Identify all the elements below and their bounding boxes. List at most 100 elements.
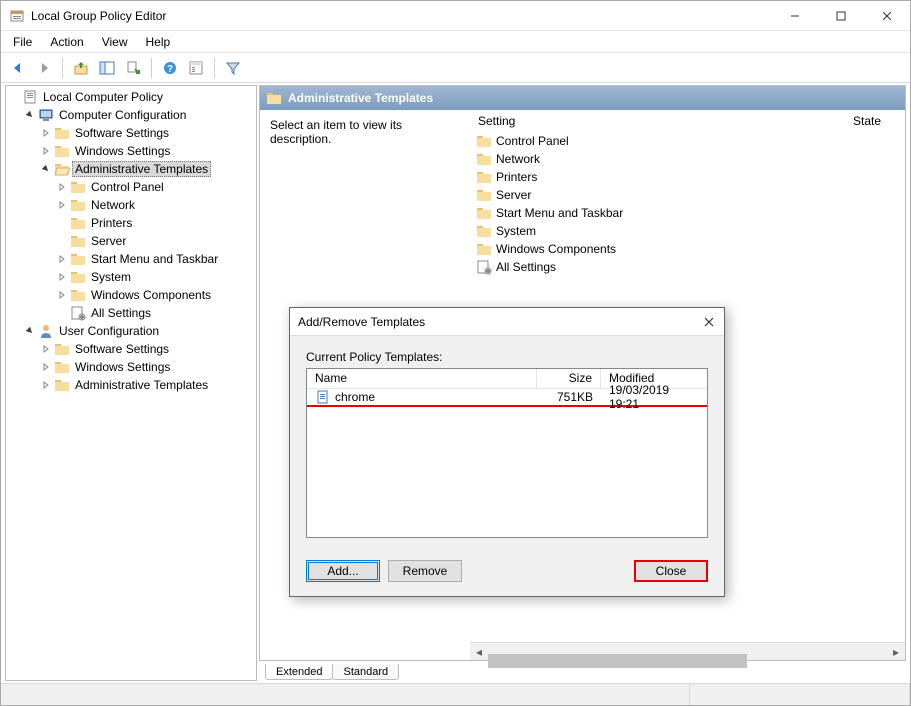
export-list-button[interactable]	[122, 57, 144, 79]
collapse-icon[interactable]	[56, 199, 68, 211]
tree-at-system[interactable]: System	[56, 268, 256, 286]
tree-pane[interactable]: Local Computer Policy Computer Configura…	[5, 85, 257, 681]
up-button[interactable]	[70, 57, 92, 79]
tree-uc-windows[interactable]: Windows Settings	[40, 358, 256, 376]
scroll-right-icon[interactable]: ▸	[887, 643, 905, 661]
folder-icon	[70, 251, 86, 267]
maximize-button[interactable]	[818, 1, 864, 30]
folder-icon	[70, 215, 86, 231]
list-item[interactable]: Network	[470, 150, 905, 168]
horizontal-scrollbar[interactable]: ◂ ▸	[470, 642, 905, 660]
folder-icon	[476, 133, 492, 149]
folder-icon	[70, 179, 86, 195]
folder-icon	[266, 90, 282, 106]
menu-file[interactable]: File	[5, 33, 40, 51]
tree-uc-software[interactable]: Software Settings	[40, 340, 256, 358]
dialog-titlebar[interactable]: Add/Remove Templates	[290, 308, 724, 336]
forward-button[interactable]	[33, 57, 55, 79]
tree-at-server[interactable]: Server	[56, 232, 256, 250]
minimize-button[interactable]	[772, 1, 818, 30]
tree-cc-windows[interactable]: Windows Settings	[40, 142, 256, 160]
expand-icon[interactable]	[40, 163, 52, 175]
dialog-label: Current Policy Templates:	[306, 350, 708, 364]
list-item[interactable]: All Settings	[470, 258, 905, 276]
collapse-icon[interactable]	[40, 343, 52, 355]
folder-icon	[54, 377, 70, 393]
svg-text:?: ?	[167, 64, 173, 75]
col-name[interactable]: Name	[307, 369, 537, 388]
tree-cc-software[interactable]: Software Settings	[40, 124, 256, 142]
folder-icon	[70, 269, 86, 285]
folder-icon	[54, 359, 70, 375]
folder-open-icon	[54, 161, 70, 177]
toolbar-separator	[151, 58, 152, 78]
tree-at-printers[interactable]: Printers	[56, 214, 256, 232]
folder-icon	[476, 241, 492, 257]
collapse-icon[interactable]	[40, 127, 52, 139]
menu-action[interactable]: Action	[42, 33, 91, 51]
template-row[interactable]: chrome 751KB 19/03/2019 19:21	[307, 389, 707, 407]
detail-header: Administrative Templates	[260, 86, 905, 110]
tree-cc-admin-templates[interactable]: Administrative Templates	[40, 160, 256, 178]
tree-user-configuration[interactable]: User Configuration	[24, 322, 256, 340]
col-setting[interactable]: Setting	[470, 111, 845, 131]
filter-button[interactable]	[222, 57, 244, 79]
template-file-icon	[315, 389, 331, 405]
folder-icon	[54, 143, 70, 159]
dialog-close-button[interactable]	[694, 308, 724, 336]
list-header[interactable]: Setting State	[470, 110, 905, 132]
folder-icon	[476, 223, 492, 239]
folder-icon	[70, 233, 86, 249]
properties-button[interactable]	[185, 57, 207, 79]
col-state[interactable]: State	[845, 111, 905, 131]
list-item[interactable]: System	[470, 222, 905, 240]
window-title: Local Group Policy Editor	[31, 9, 772, 23]
policy-icon	[22, 89, 38, 105]
col-size[interactable]: Size	[537, 369, 601, 388]
tree-at-control-panel[interactable]: Control Panel	[56, 178, 256, 196]
folder-icon	[476, 169, 492, 185]
expand-icon[interactable]	[24, 325, 36, 337]
add-remove-templates-dialog: Add/Remove Templates Current Policy Temp…	[289, 307, 725, 597]
help-button[interactable]: ?	[159, 57, 181, 79]
tree-at-network[interactable]: Network	[56, 196, 256, 214]
menu-bar: File Action View Help	[1, 31, 910, 53]
list-item[interactable]: Server	[470, 186, 905, 204]
folder-icon	[70, 287, 86, 303]
scroll-left-icon[interactable]: ◂	[470, 643, 488, 661]
add-button[interactable]: Add...	[306, 560, 380, 582]
tree-root[interactable]: Local Computer Policy	[8, 88, 256, 106]
settings-list-icon	[476, 259, 492, 275]
toolbar-separator	[62, 58, 63, 78]
tree-at-allsettings[interactable]: All Settings	[56, 304, 256, 322]
close-button[interactable]	[864, 1, 910, 30]
tree-at-startmenu[interactable]: Start Menu and Taskbar	[56, 250, 256, 268]
tree-uc-admin[interactable]: Administrative Templates	[40, 376, 256, 394]
collapse-icon[interactable]	[56, 253, 68, 265]
tree-at-wincomp[interactable]: Windows Components	[56, 286, 256, 304]
collapse-icon[interactable]	[56, 181, 68, 193]
close-dialog-button[interactable]: Close	[634, 560, 708, 582]
list-item[interactable]: Start Menu and Taskbar	[470, 204, 905, 222]
collapse-icon[interactable]	[56, 289, 68, 301]
tree-computer-configuration[interactable]: Computer Configuration	[24, 106, 256, 124]
folder-icon	[70, 197, 86, 213]
expand-icon[interactable]	[24, 109, 36, 121]
folder-icon	[476, 187, 492, 203]
collapse-icon[interactable]	[40, 379, 52, 391]
list-item[interactable]: Control Panel	[470, 132, 905, 150]
menu-view[interactable]: View	[94, 33, 136, 51]
collapse-icon[interactable]	[40, 361, 52, 373]
tab-extended[interactable]: Extended	[265, 664, 333, 680]
collapse-icon[interactable]	[40, 145, 52, 157]
templates-list[interactable]: Name Size Modified chrome 751KB 19/03/20…	[306, 368, 708, 538]
show-hide-tree-button[interactable]	[96, 57, 118, 79]
remove-button[interactable]: Remove	[388, 560, 462, 582]
tab-standard[interactable]: Standard	[332, 664, 399, 680]
computer-icon	[38, 107, 54, 123]
list-item[interactable]: Printers	[470, 168, 905, 186]
list-item[interactable]: Windows Components	[470, 240, 905, 258]
back-button[interactable]	[7, 57, 29, 79]
menu-help[interactable]: Help	[138, 33, 179, 51]
collapse-icon[interactable]	[56, 271, 68, 283]
